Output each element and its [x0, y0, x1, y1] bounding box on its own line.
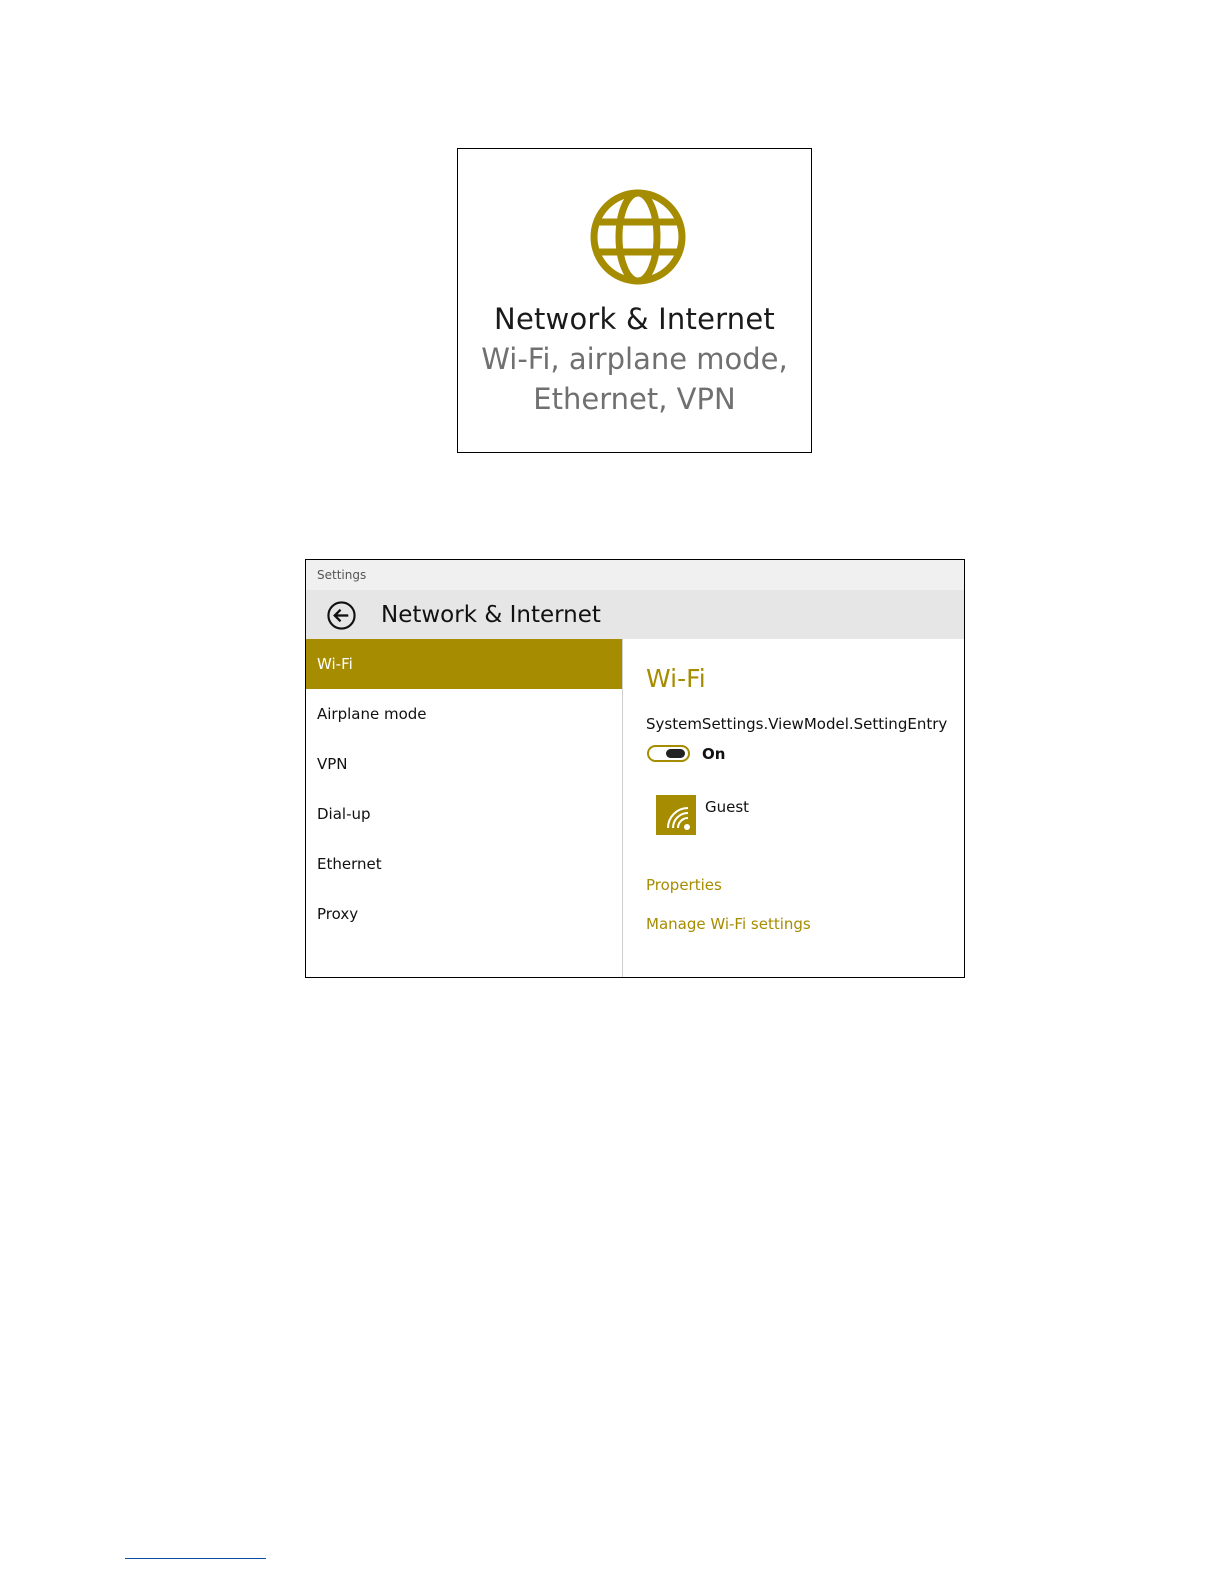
sidebar-item-ethernet[interactable]: Ethernet	[306, 839, 622, 889]
sidebar-nav: Wi-Fi Airplane mode VPN Dial-up Ethernet…	[306, 639, 623, 977]
network-internet-tile[interactable]: Network & Internet Wi-Fi, airplane mode,…	[457, 148, 812, 453]
sidebar-item-vpn[interactable]: VPN	[306, 739, 622, 789]
page-header: Network & Internet	[306, 590, 964, 639]
content-pane: Wi-Fi SystemSettings.ViewModel.SettingEn…	[646, 639, 964, 977]
section-title: Wi-Fi	[646, 664, 706, 693]
page-title: Network & Internet	[381, 602, 601, 628]
tile-title: Network & Internet	[494, 302, 775, 336]
tile-subtitle-line2: Ethernet, VPN	[533, 382, 736, 416]
wifi-toggle[interactable]	[647, 745, 690, 762]
sidebar-item-airplane-mode[interactable]: Airplane mode	[306, 689, 622, 739]
settings-window: Settings Network & Internet Wi-Fi Airpla…	[305, 559, 965, 978]
sidebar-item-proxy[interactable]: Proxy	[306, 889, 622, 939]
window-title: Settings	[317, 568, 367, 582]
globe-icon	[590, 189, 686, 285]
network-name[interactable]: Guest	[705, 798, 749, 816]
wifi-icon	[667, 807, 690, 830]
properties-link[interactable]: Properties	[646, 876, 722, 894]
sidebar-item-wifi[interactable]: Wi-Fi	[306, 639, 622, 689]
manage-wifi-settings-link[interactable]: Manage Wi-Fi settings	[646, 915, 811, 933]
network-tile[interactable]	[656, 795, 696, 835]
toggle-thumb	[666, 749, 685, 758]
back-arrow-icon[interactable]	[326, 600, 357, 631]
title-bar: Settings	[306, 560, 964, 590]
setting-label: SystemSettings.ViewModel.SettingEntry	[646, 715, 948, 733]
tile-subtitle-line1: Wi-Fi, airplane mode,	[481, 342, 788, 376]
footnote-divider	[125, 1558, 266, 1559]
toggle-state-label: On	[702, 745, 726, 763]
sidebar-item-dial-up[interactable]: Dial-up	[306, 789, 622, 839]
